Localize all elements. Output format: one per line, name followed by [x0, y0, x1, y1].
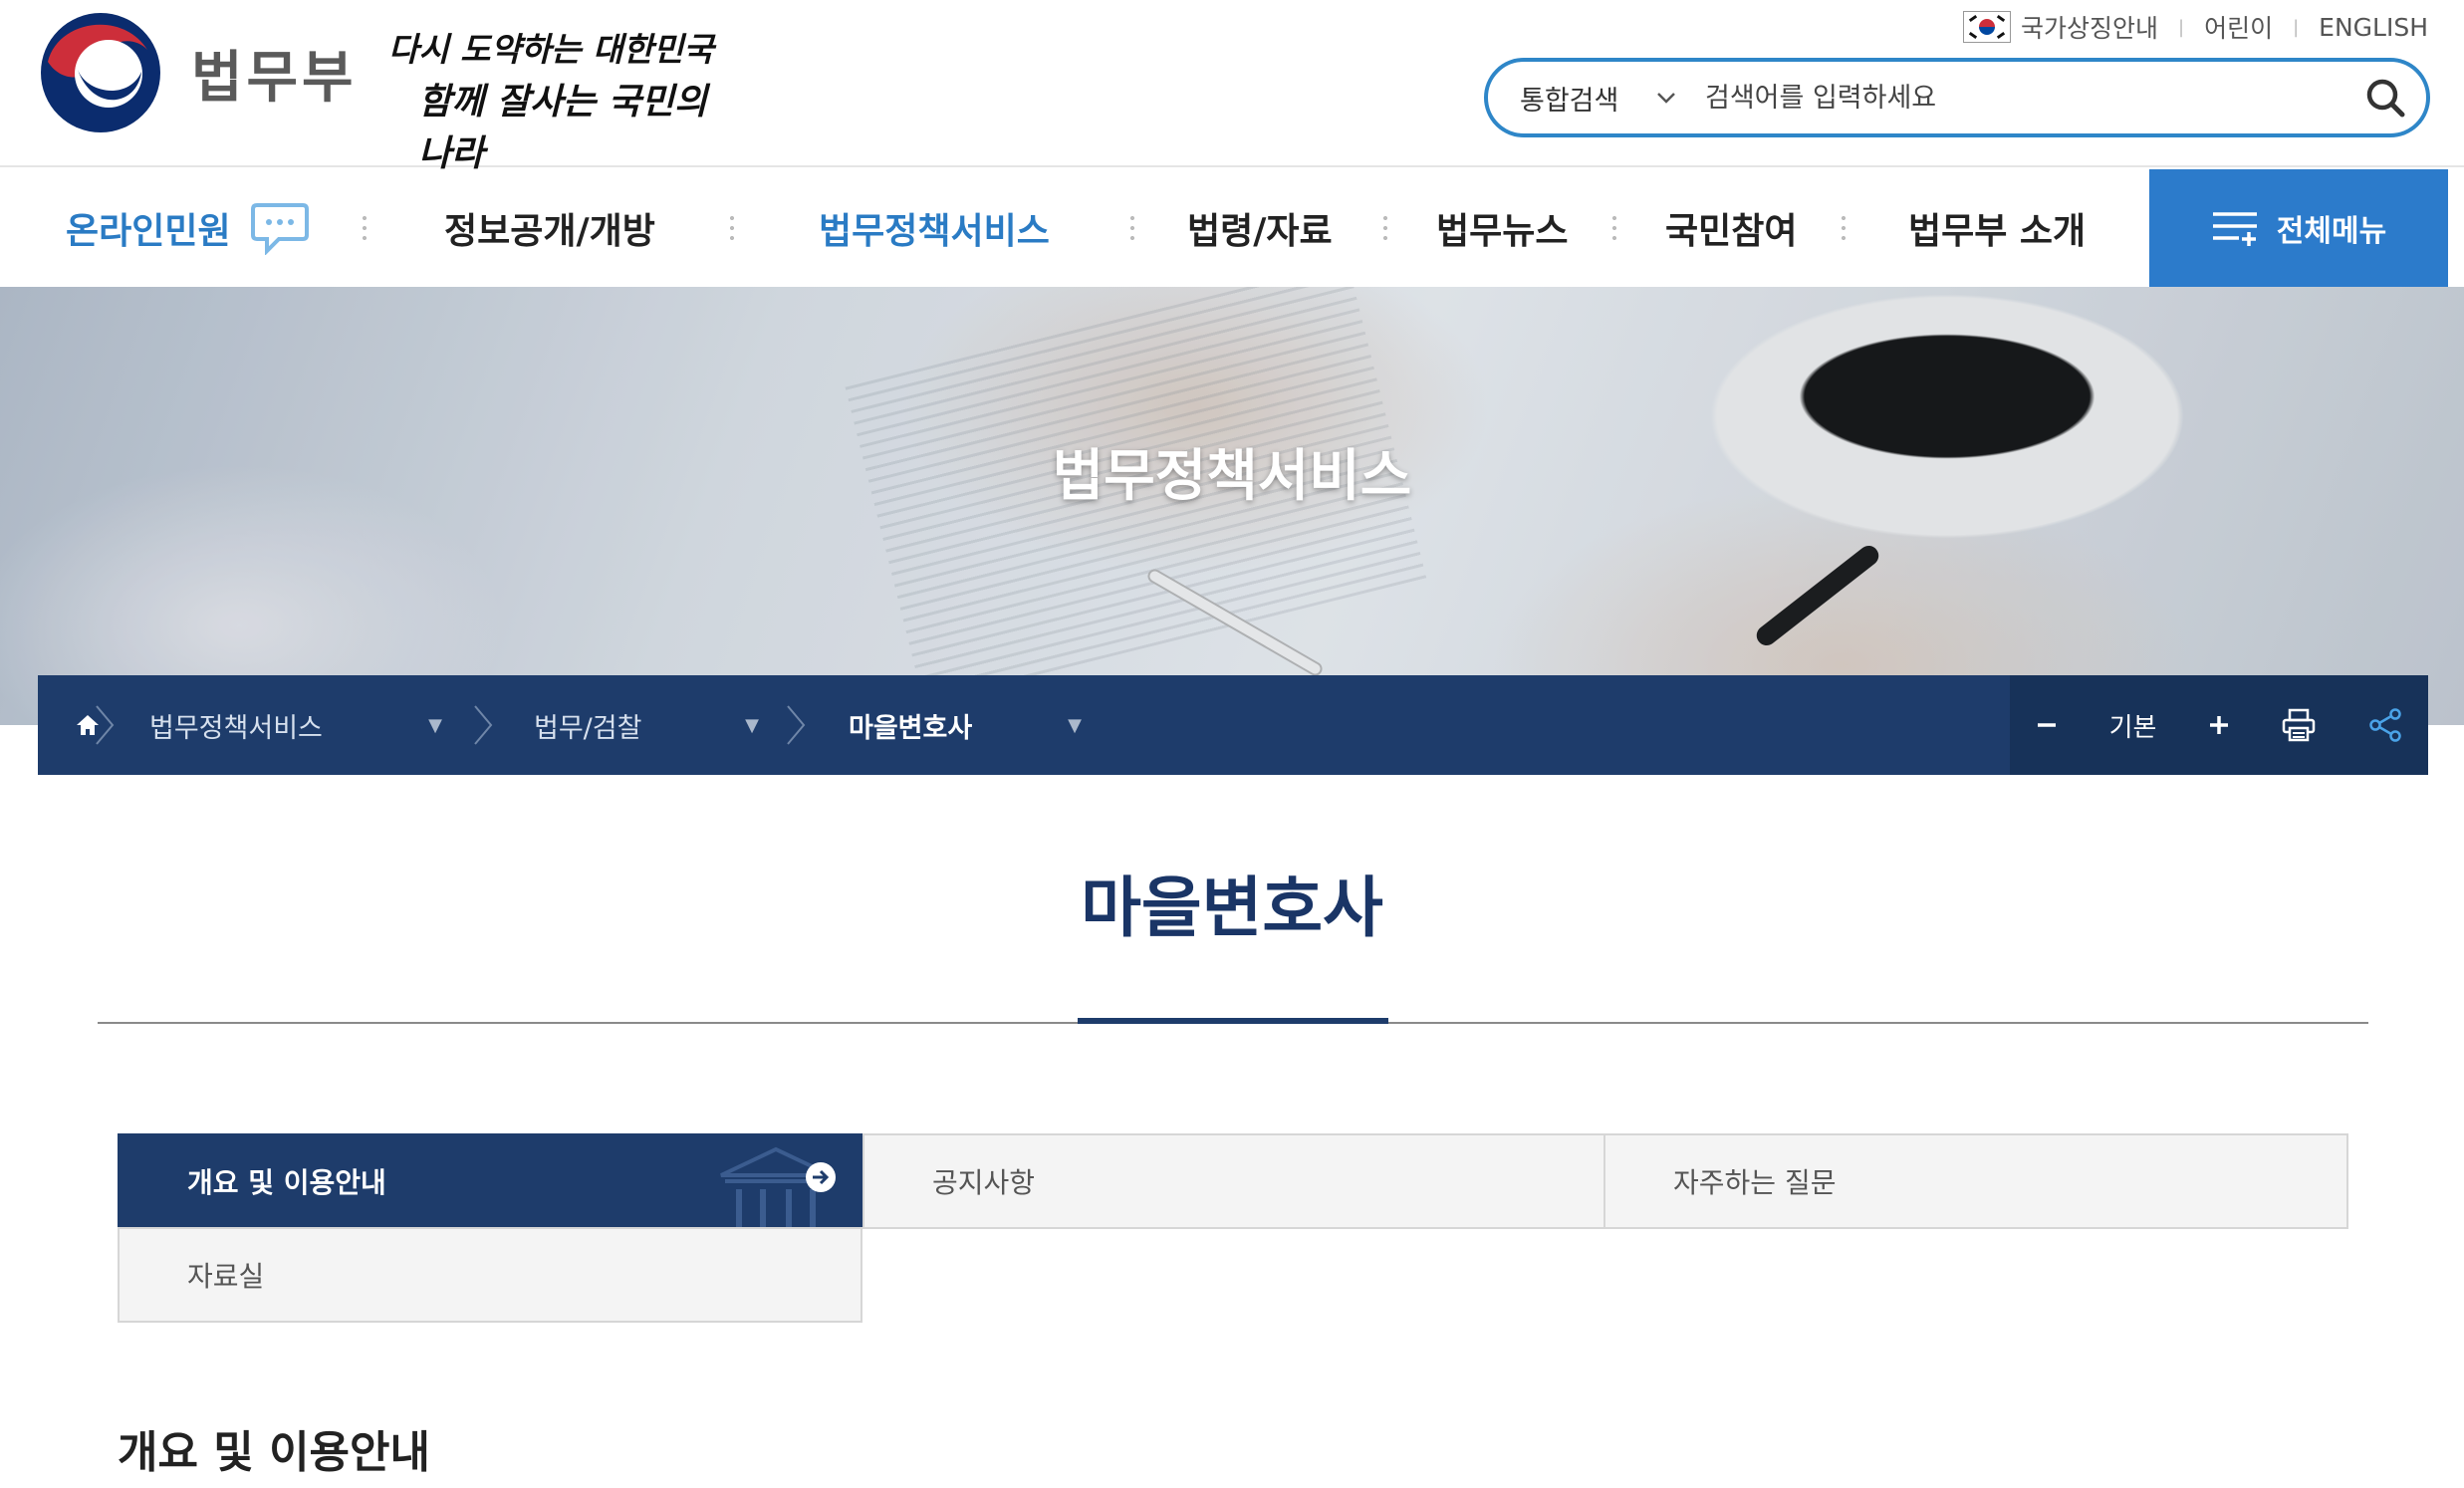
- search-icon: [2366, 79, 2405, 118]
- tab-label: 자료실: [187, 1260, 265, 1293]
- breadcrumb-item-level1[interactable]: 법무정책서비스 ▼: [133, 675, 472, 775]
- share-icon: [2368, 708, 2401, 742]
- plus-icon: [2209, 716, 2228, 734]
- print-button[interactable]: [2281, 675, 2317, 775]
- chat-bubble-icon: [250, 203, 309, 255]
- main-navigation: 온라인민원 정보공개/개방 법무정책서비스 법령/자료 법무뉴스 국민참여 법무…: [0, 169, 2464, 287]
- breadcrumb-item-current[interactable]: 마을변호사 ▼: [825, 675, 1108, 775]
- minus-icon: [2038, 723, 2057, 727]
- gnb-divider: [1383, 213, 1387, 243]
- search-input[interactable]: [1697, 81, 2350, 115]
- tab-label: 자주하는 질문: [1673, 1166, 1837, 1199]
- page-title: 마을변호사: [1081, 869, 1383, 946]
- korean-flag-icon: [1962, 11, 2011, 43]
- section-visual-banner: 법무정책서비스: [0, 287, 2464, 725]
- chevron-right-icon: [94, 675, 133, 775]
- zoom-level: 기본: [2108, 712, 2157, 743]
- org-name: 법무부: [191, 45, 358, 111]
- gnb-item-label: 온라인민원: [66, 211, 231, 252]
- gnb-divider: [1130, 213, 1134, 243]
- government-emblem-icon: [41, 13, 160, 132]
- search-scope-select[interactable]: 통합검색: [1488, 79, 1697, 118]
- util-divider: |: [2177, 16, 2185, 38]
- chevron-down-icon: [1655, 86, 1677, 111]
- gnb-item-legal-policy[interactable]: 법무정책서비스: [819, 169, 1050, 287]
- breadcrumb: 법무정책서비스 ▼ 법무/검찰 ▼ 마을변호사 ▼ 기본: [38, 675, 2428, 775]
- menu-plus-icon: [2212, 212, 2257, 246]
- chevron-right-icon: [785, 675, 825, 775]
- gnb-item-info-disclosure[interactable]: 정보공개/개방: [444, 169, 655, 287]
- breadcrumb-item-level2[interactable]: 법무/검찰 ▼: [512, 675, 785, 775]
- utility-links: 국가상징안내 | 어린이 | ENGLISH: [1962, 8, 2428, 46]
- section-heading: 개요 및 이용안내: [118, 1427, 430, 1478]
- share-button[interactable]: [2367, 675, 2403, 775]
- all-menu-button[interactable]: 전체메뉴: [2149, 169, 2448, 287]
- util-link-national-symbols[interactable]: 국가상징안내: [2021, 9, 2158, 45]
- gnb-divider: [1612, 213, 1616, 243]
- tab-archive[interactable]: 자료실: [118, 1227, 862, 1323]
- banner-title: 법무정책서비스: [1052, 444, 1412, 509]
- search-bar: 통합검색: [1484, 58, 2430, 137]
- gnb-item-laws-materials[interactable]: 법령/자료: [1187, 169, 1333, 287]
- zoom-out-button[interactable]: [2035, 675, 2059, 775]
- page-tools: 기본: [2010, 675, 2428, 775]
- util-divider: |: [2293, 16, 2300, 38]
- search-scope-label: 통합검색: [1520, 85, 1619, 117]
- site-header: 법무부 다시 도약하는 대한민국 함께 잘사는 국민의 나라 국가상징안내 | …: [0, 0, 2464, 174]
- caret-down-icon: ▼: [745, 714, 759, 736]
- gnb-item-online-petition[interactable]: 온라인민원: [66, 169, 311, 287]
- all-menu-label: 전체메뉴: [2276, 214, 2387, 249]
- chevron-right-icon: [472, 675, 512, 775]
- breadcrumb-label: 마을변호사: [849, 712, 973, 744]
- tab-label: 개요 및 이용안내: [187, 1166, 386, 1199]
- tab-notices[interactable]: 공지사항: [862, 1133, 1605, 1229]
- print-icon: [2283, 708, 2316, 742]
- slogan-line-1: 다시 도약하는 대한민국: [388, 30, 714, 69]
- search-button[interactable]: [2350, 63, 2420, 132]
- breadcrumb-label: 법무정책서비스: [149, 712, 323, 744]
- gnb-divider: [730, 213, 734, 243]
- gnb-item-news[interactable]: 법무뉴스: [1436, 169, 1568, 287]
- slogan-line-2: 함께 잘사는 국민의 나라: [418, 81, 708, 174]
- tab-faq[interactable]: 자주하는 질문: [1603, 1133, 2348, 1229]
- zoom-in-button[interactable]: [2207, 675, 2231, 775]
- title-divider-accent: [1078, 1018, 1388, 1024]
- caret-down-icon: ▼: [428, 714, 442, 736]
- gnb-item-participation[interactable]: 국민참여: [1665, 169, 1797, 287]
- caret-down-icon: ▼: [1068, 714, 1082, 736]
- gnb-item-about[interactable]: 법무부 소개: [1908, 169, 2086, 287]
- breadcrumb-label: 법무/검찰: [534, 712, 642, 744]
- government-slogan: 다시 도약하는 대한민국 함께 잘사는 국민의 나라: [388, 24, 727, 179]
- gnb-divider: [1842, 213, 1846, 243]
- gnb-divider: [363, 213, 367, 243]
- site-logo[interactable]: 법무부: [38, 10, 358, 135]
- tab-label: 공지사항: [932, 1166, 1036, 1199]
- util-link-kids[interactable]: 어린이: [2204, 9, 2273, 45]
- tab-overview[interactable]: 개요 및 이용안내: [118, 1133, 862, 1229]
- arrow-right-circle-icon: [806, 1162, 836, 1192]
- util-link-english[interactable]: ENGLISH: [2319, 13, 2428, 42]
